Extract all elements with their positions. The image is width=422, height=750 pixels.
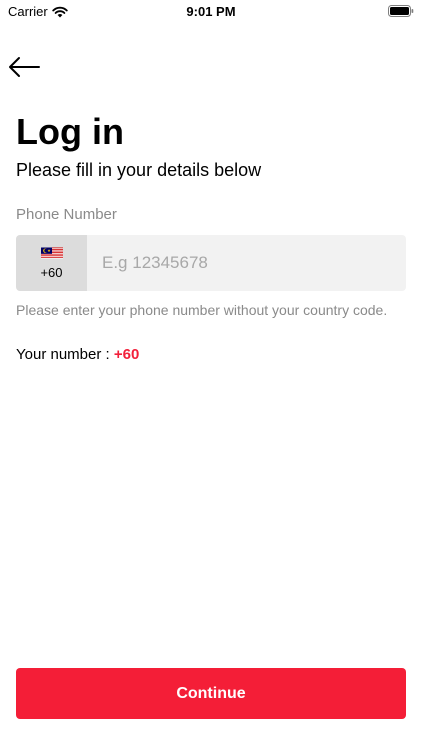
arrow-left-icon <box>9 57 40 77</box>
page-subtitle: Please fill in your details below <box>16 160 262 180</box>
login-screen: Carrier 9:01 PM Log in Please fill in yo… <box>0 0 422 750</box>
page-title: Log in <box>16 111 124 152</box>
country-code-picker[interactable]: +60 <box>16 235 87 291</box>
battery-icon <box>388 5 414 17</box>
your-number-label: Your number : <box>16 346 114 363</box>
continue-button[interactable]: Continue <box>16 668 406 719</box>
malaysia-flag-icon <box>40 247 63 259</box>
status-time: 9:01 PM <box>186 4 236 19</box>
status-bar: Carrier 9:01 PM <box>0 0 422 24</box>
phone-helper-text: Please enter your phone number without y… <box>16 302 388 318</box>
phone-number-label: Phone Number <box>16 206 117 223</box>
back-button[interactable] <box>8 52 44 82</box>
country-code: +60 <box>40 265 63 280</box>
phone-number-input[interactable] <box>87 235 406 291</box>
your-number-value: +60 <box>113 346 140 363</box>
your-number-row: Your number : +60 <box>16 346 139 363</box>
phone-number-field: +60 <box>16 235 406 291</box>
